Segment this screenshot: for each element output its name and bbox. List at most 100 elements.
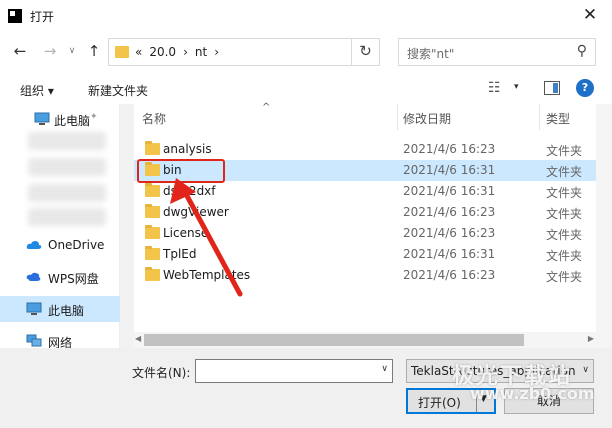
file-date: 2021/4/6 16:31 [403,247,496,261]
file-row[interactable]: dsta2dxf 2021/4/6 16:31 文件夹 [134,181,596,202]
forward-button[interactable]: → [40,41,60,61]
folder-icon [115,46,129,58]
address-dropdown-button[interactable]: ↻ [352,38,380,66]
scrollbar-thumb[interactable] [144,334,524,346]
file-date: 2021/4/6 16:23 [403,226,496,240]
folder-icon [145,267,160,281]
breadcrumb-separator[interactable]: › [183,45,188,59]
column-header-name[interactable]: 名称 [142,110,166,127]
close-button[interactable]: ✕ [568,0,612,32]
organize-button[interactable]: 组织 ▾ [20,82,54,99]
file-list: 名称 ^ 修改日期 类型 analysis 2021/4/6 16:23 文件夹… [134,102,612,332]
pin-icon: ✦ [90,112,98,122]
address-bar[interactable]: « 20.0 › nt › [108,38,352,66]
toolbar: 组织 ▾ 新建文件夹 [0,74,612,104]
file-type: 文件夹 [546,186,583,200]
recent-locations-button[interactable]: ∨ [62,41,82,61]
filename-label: 文件名(N): [132,366,191,380]
chevron-down-icon[interactable]: ∨ [381,364,388,374]
computer-icon [26,302,42,315]
horizontal-scrollbar[interactable]: ◀ ▶ [134,332,612,348]
search-input[interactable]: 搜索"nt" ⚲ [398,38,596,66]
sidebar-item-this-pc[interactable]: 此电脑 [0,296,120,322]
window-title: 打开 [30,10,55,24]
file-name: WebTemplates [163,268,251,282]
column-header-date[interactable]: 修改日期 [403,110,451,127]
file-row[interactable]: License 2021/4/6 16:23 文件夹 [134,223,596,244]
file-list-vertical-scrollbar[interactable] [596,104,612,332]
column-divider[interactable] [539,104,540,130]
file-type: 文件夹 [546,270,583,284]
app-icon [8,9,22,23]
file-row[interactable]: WebTemplates 2021/4/6 16:23 文件夹 [134,265,596,286]
file-row[interactable]: dwgViewer 2021/4/6 16:23 文件夹 [134,202,596,223]
refresh-icon[interactable]: ↻ [359,42,372,60]
file-date: 2021/4/6 16:23 [403,268,496,282]
navigation-pane: 此电脑 ✦ OneDrive WPS网盘 此电脑 网络 [0,104,120,350]
wps-icon [26,272,41,281]
file-type: 文件夹 [546,144,583,158]
scroll-right-icon[interactable]: ▶ [588,334,594,343]
sidebar-scrollbar[interactable] [120,104,134,348]
watermark-url: www.zb0.com [470,384,595,403]
sidebar-item-wps[interactable]: WPS网盘 [0,264,120,290]
chevron-down-icon[interactable]: ▾ [514,82,519,92]
blurred-quick-access-item[interactable] [28,132,106,150]
sidebar-item-label: 此电脑 [48,304,85,318]
file-row[interactable]: analysis 2021/4/6 16:23 文件夹 [134,139,596,160]
folder-icon [145,204,160,218]
file-name: dwgViewer [163,205,229,219]
folder-icon [145,183,160,197]
file-row[interactable]: TplEd 2021/4/6 16:31 文件夹 [134,244,596,265]
file-type: 文件夹 [546,228,583,242]
sidebar-item-onedrive[interactable]: OneDrive [0,232,120,258]
file-date: 2021/4/6 16:31 [403,184,496,198]
breadcrumb-overflow[interactable]: « [135,45,142,59]
breadcrumb-separator[interactable]: › [214,45,219,59]
preview-pane-icon[interactable] [544,81,560,95]
column-divider[interactable] [397,104,398,130]
folder-icon [145,225,160,239]
file-name: TplEd [163,247,197,261]
file-type: 文件夹 [546,249,583,263]
highlight-box [137,159,225,183]
title-bar: 打开 ✕ [0,0,612,32]
navigation-bar: ← → ∨ ↑ « 20.0 › nt › ↻ 搜索"nt" ⚲ [0,32,612,72]
computer-icon [34,112,50,125]
breadcrumb-item[interactable]: nt [195,45,207,59]
file-name: dsta2dxf [163,184,216,198]
scroll-left-icon[interactable]: ◀ [135,334,141,343]
sort-ascending-icon: ^ [262,102,271,113]
open-file-dialog: 打开 ✕ ← → ∨ ↑ « 20.0 › nt › ↻ 搜索"nt" ⚲ 组织 ▾ 新… [0,0,612,428]
blurred-quick-access-item[interactable] [28,208,106,226]
folder-icon [145,246,160,260]
file-date: 2021/4/6 16:23 [403,205,496,219]
column-header-type[interactable]: 类型 [546,110,570,127]
file-type: 文件夹 [546,165,583,179]
back-button[interactable]: ← [10,41,30,61]
file-name: analysis [163,142,212,156]
view-options-icon[interactable]: ☷ [488,80,501,96]
filename-input[interactable]: ∨ [195,359,393,383]
file-date: 2021/4/6 16:31 [403,163,496,177]
open-button-label: 打开(O) [418,396,461,410]
help-icon[interactable]: ? [576,79,594,97]
file-name: License [163,226,209,240]
file-date: 2021/4/6 16:23 [403,142,496,156]
new-folder-button[interactable]: 新建文件夹 [88,82,148,99]
up-button[interactable]: ↑ [84,41,104,61]
blurred-quick-access-item[interactable] [28,158,106,176]
sidebar-item-this-pc-top[interactable]: 此电脑 ✦ [0,106,120,132]
file-type: 文件夹 [546,207,583,221]
chevron-down-icon[interactable]: ∨ [580,365,589,375]
network-icon [26,334,42,347]
breadcrumb-item[interactable]: 20.0 [149,45,176,59]
folder-icon [145,141,160,155]
breadcrumb: « 20.0 › nt › [135,45,226,59]
sidebar-item-label: WPS网盘 [48,272,99,286]
search-icon: ⚲ [576,43,587,59]
sidebar-item-label: 此电脑 [54,114,91,128]
sidebar-item-label: OneDrive [48,238,105,252]
search-placeholder: 搜索"nt" [407,47,455,61]
blurred-quick-access-item[interactable] [28,184,106,202]
